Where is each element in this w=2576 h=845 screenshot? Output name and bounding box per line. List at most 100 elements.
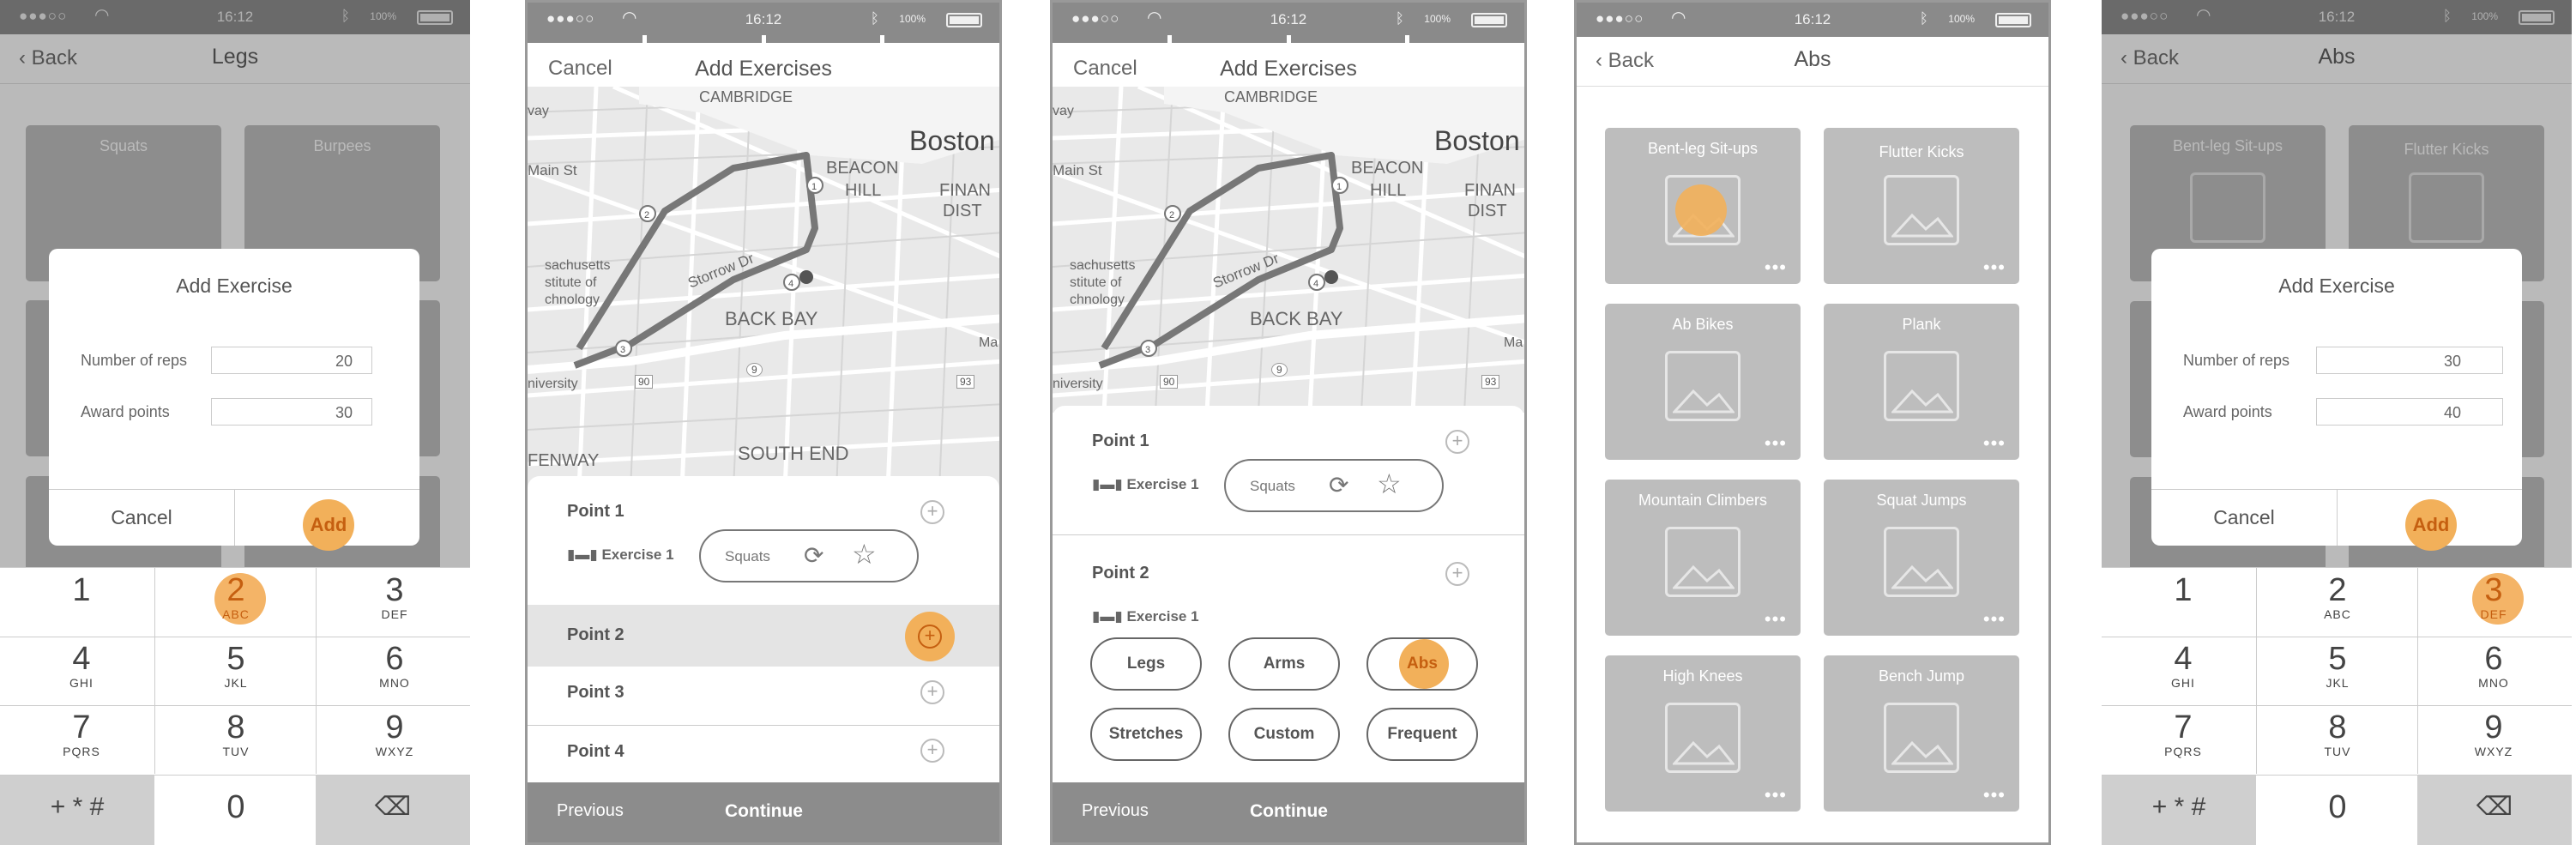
key-backspace[interactable]: ⌫: [316, 775, 470, 845]
reps-field[interactable]: 20: [211, 347, 372, 374]
cancel-button[interactable]: Cancel: [2151, 506, 2337, 529]
map-label: BEACON: [1351, 159, 1424, 178]
key-6[interactable]: 6 MNO: [2412, 637, 2572, 705]
exercise-tile[interactable]: Ab Bikes •••: [1605, 304, 1801, 460]
divider: [528, 725, 999, 726]
plus-icon[interactable]: +: [1445, 430, 1469, 454]
key-9[interactable]: 9 WXYZ: [2412, 705, 2572, 774]
exercise-tile[interactable]: Bent-leg Sit-ups •••: [1605, 128, 1801, 284]
page-title: Abs: [1794, 47, 1831, 71]
add-button[interactable]: Add: [2405, 499, 2457, 551]
plus-icon[interactable]: +: [920, 680, 944, 704]
screen-abs-list: ●●●○○ ◠ 16:12 ᛒ 100% ‹ Back Abs Bent-leg…: [1574, 0, 2051, 845]
points-label: Award points: [81, 403, 170, 420]
key-symbols[interactable]: + * #: [2102, 775, 2256, 845]
more-icon[interactable]: •••: [1983, 784, 2006, 806]
exercise-name: Squats: [1250, 478, 1295, 494]
svg-text:3: 3: [620, 345, 625, 355]
chip-stretches[interactable]: Stretches: [1090, 708, 1202, 761]
plus-icon[interactable]: +: [920, 500, 944, 524]
reps-label: Number of reps: [81, 352, 188, 369]
key-5[interactable]: 5 JKL: [2256, 637, 2419, 705]
map-label: Main St: [1053, 162, 1102, 178]
previous-button[interactable]: Previous: [1082, 801, 1149, 821]
nav-bar: Cancel Add Exercises: [1053, 43, 1524, 88]
key-1[interactable]: 1: [2102, 568, 2265, 637]
plus-icon[interactable]: +: [918, 625, 942, 649]
dumbbell-icon: ▮▬▮: [1092, 476, 1127, 492]
chip-custom[interactable]: Custom: [1228, 708, 1340, 761]
exercise-name: Squats: [725, 548, 770, 564]
key-8[interactable]: 8 TUV: [154, 705, 317, 774]
map-label: HILL: [845, 181, 882, 200]
key-8[interactable]: 8 TUV: [2256, 705, 2419, 774]
key-3[interactable]: 3 DEF: [2412, 568, 2572, 637]
key-0[interactable]: 0: [154, 775, 317, 845]
key-backspace[interactable]: ⌫: [2417, 775, 2572, 845]
chip-arms[interactable]: Arms: [1228, 637, 1340, 691]
map-label: chnology: [1070, 293, 1125, 307]
exercise-label: ▮▬▮ Exercise 1: [1092, 608, 1199, 625]
bottom-bar: Previous Continue: [1053, 782, 1524, 842]
points-field[interactable]: 30: [211, 398, 372, 426]
more-icon[interactable]: •••: [1765, 432, 1787, 455]
add-button[interactable]: Add: [303, 499, 354, 551]
exercise-tile[interactable]: Mountain Climbers •••: [1605, 480, 1801, 636]
dialog-title: Add Exercise: [2278, 275, 2395, 297]
key-6[interactable]: 6 MNO: [313, 637, 470, 705]
points-field[interactable]: 40: [2316, 398, 2503, 426]
more-icon[interactable]: •••: [1983, 432, 2006, 455]
route-map[interactable]: 1 2 3 4 Boston CAMBRIDGE BEACON HILL FIN…: [1053, 87, 1524, 413]
key-9[interactable]: 9 WXYZ: [313, 705, 470, 774]
more-icon[interactable]: •••: [1765, 784, 1787, 806]
plus-icon[interactable]: +: [920, 739, 944, 763]
list-item-selected[interactable]: Point 2 +: [528, 605, 999, 667]
key-3[interactable]: 3 DEF: [313, 568, 470, 637]
exercise-tile[interactable]: Plank •••: [1824, 304, 2019, 460]
key-symbols[interactable]: + * #: [0, 775, 154, 845]
dumbbell-icon: ▮▬▮: [1092, 608, 1127, 625]
map-label: SOUTH END: [738, 443, 849, 464]
exercise-tile[interactable]: High Knees •••: [1605, 655, 1801, 812]
more-icon[interactable]: •••: [1765, 257, 1787, 279]
key-1[interactable]: 1: [0, 568, 163, 637]
key-2[interactable]: 2 ABC: [2256, 568, 2419, 637]
plus-icon[interactable]: +: [1445, 562, 1469, 586]
chip-abs[interactable]: Abs: [1366, 637, 1478, 691]
key-0[interactable]: 0: [2256, 775, 2419, 845]
key-7[interactable]: 7 PQRS: [0, 705, 163, 774]
exercise-tile[interactable]: Squat Jumps •••: [1824, 480, 2019, 636]
route-map[interactable]: 1 2 3 4 Boston CAMBRIDGE BEACON HILL FIN…: [528, 87, 999, 490]
tile-label: Bent-leg Sit-ups: [1647, 140, 1759, 157]
exercise-pill[interactable]: Squats ⟳ ☆: [1224, 459, 1444, 512]
point-title: Point 2: [567, 625, 624, 644]
svg-text:1: 1: [811, 182, 817, 192]
exercise-grid: Bent-leg Sit-ups ••• Flutter Kicks ••• A…: [1577, 88, 2048, 842]
map-label: Main St: [528, 162, 577, 178]
point-title[interactable]: Point 4: [567, 742, 624, 762]
tile-label: Flutter Kicks: [1879, 143, 1964, 160]
map-label: stitute of: [545, 275, 597, 290]
exercise-tile[interactable]: Bench Jump •••: [1824, 655, 2019, 812]
map-label: FENWAY: [528, 451, 600, 470]
key-5[interactable]: 5 JKL: [154, 637, 317, 705]
exercise-pill[interactable]: Squats ⟳ ☆: [699, 529, 919, 582]
more-icon[interactable]: •••: [1983, 608, 2006, 631]
point-title[interactable]: Point 3: [567, 683, 624, 703]
continue-button[interactable]: Continue: [1250, 801, 1328, 822]
key-2[interactable]: 2 ABC: [154, 568, 317, 637]
key-4[interactable]: 4 GHI: [2102, 637, 2265, 705]
key-7[interactable]: 7 PQRS: [2102, 705, 2265, 774]
chip-frequent[interactable]: Frequent: [1366, 708, 1478, 761]
reps-field[interactable]: 30: [2316, 347, 2503, 374]
key-4[interactable]: 4 GHI: [0, 637, 163, 705]
previous-button[interactable]: Previous: [557, 801, 624, 821]
cancel-button[interactable]: Cancel: [49, 506, 234, 529]
more-icon[interactable]: •••: [1983, 257, 2006, 279]
more-icon[interactable]: •••: [1765, 608, 1787, 631]
svg-text:4: 4: [788, 279, 793, 289]
continue-button[interactable]: Continue: [725, 801, 803, 822]
chip-legs[interactable]: Legs: [1090, 637, 1202, 691]
status-bar: ●●●○○ ◠ 16:12 ᛒ 100%: [528, 3, 999, 37]
exercise-tile[interactable]: Flutter Kicks •••: [1824, 128, 2019, 284]
